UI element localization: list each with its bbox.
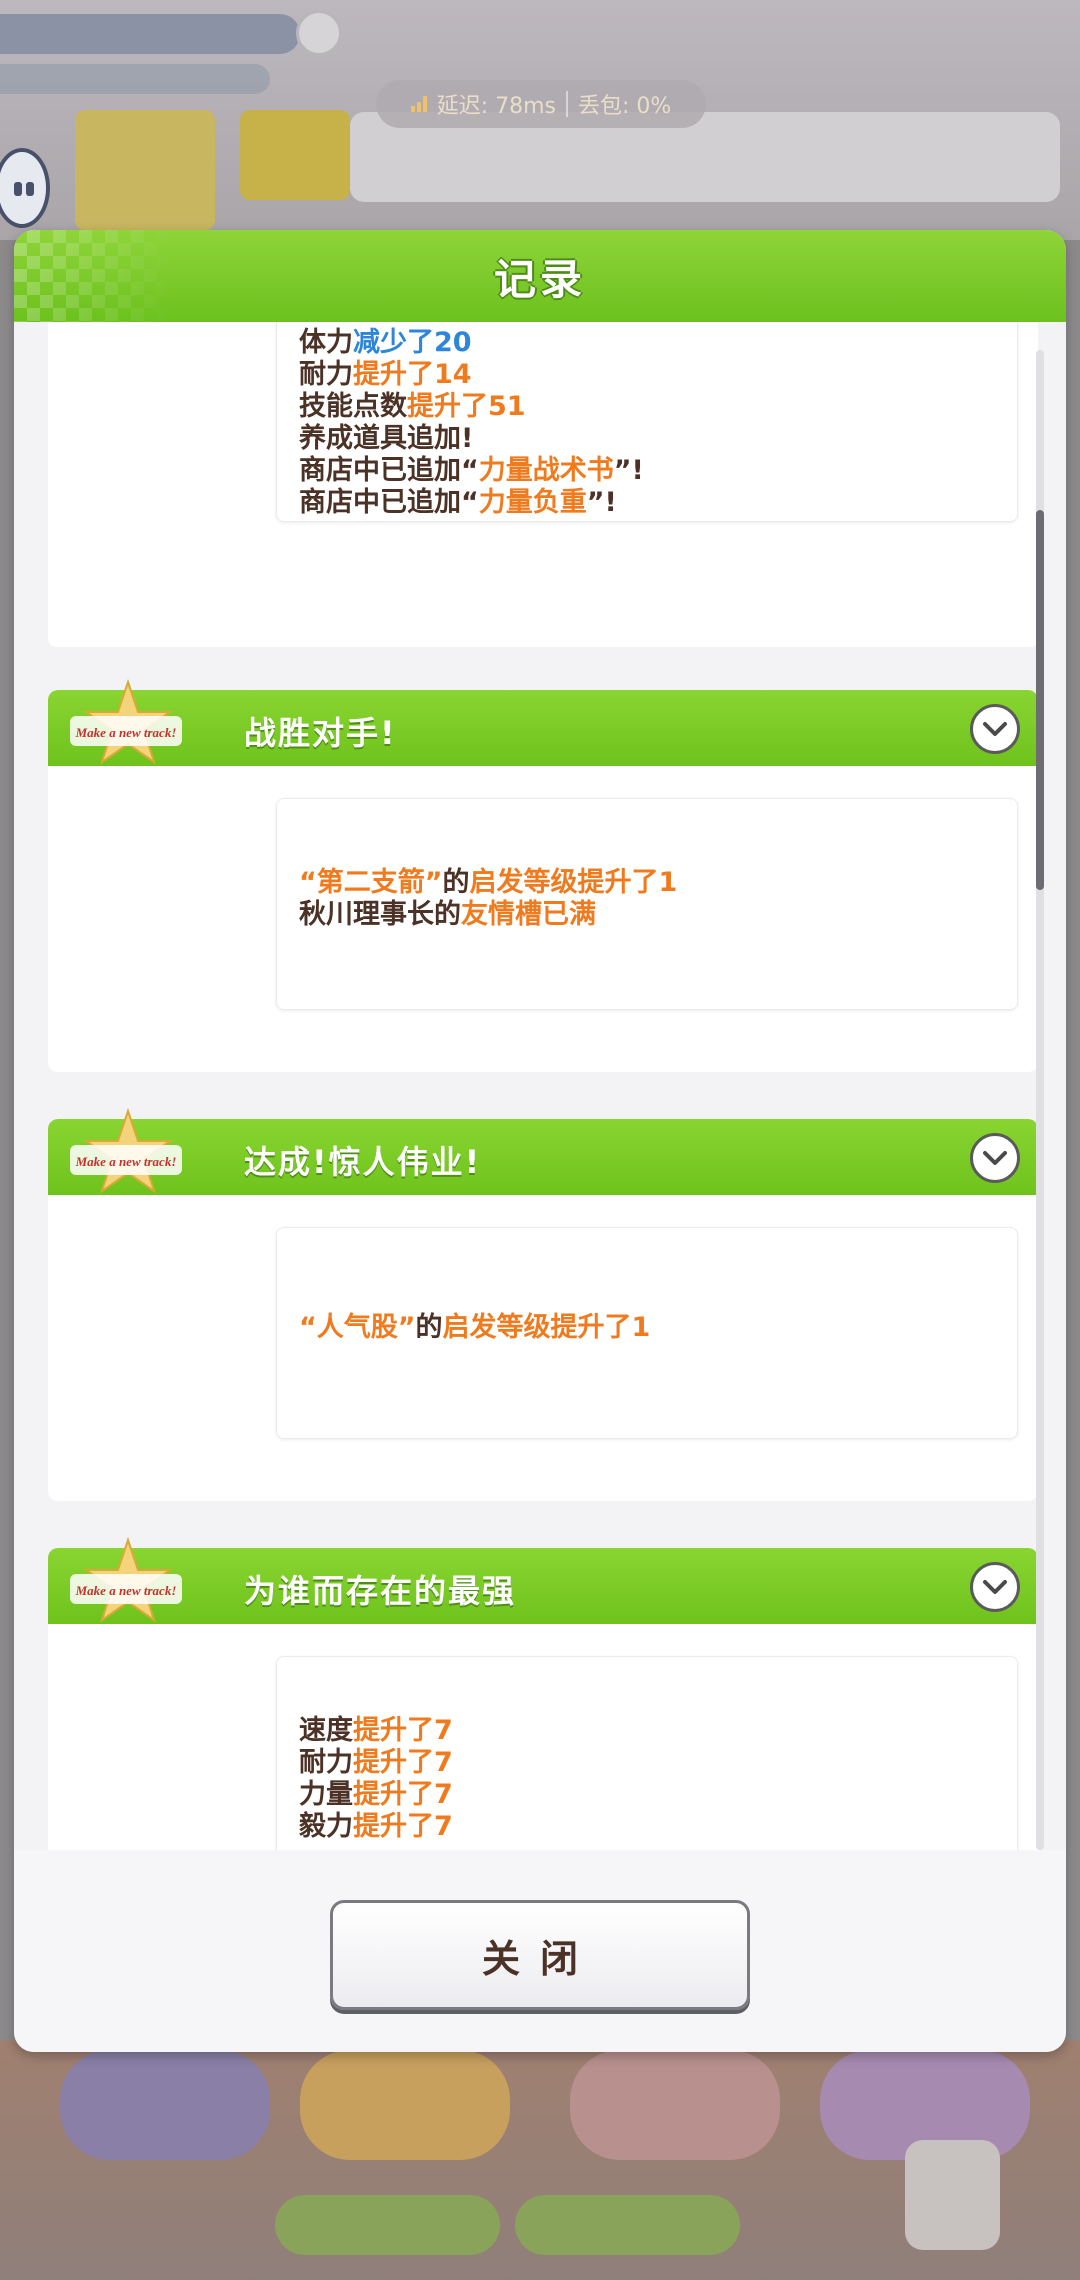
record-line: 耐力提升了7 xyxy=(299,1747,1017,1779)
entry-header: Make a new track! 为谁而存在的最强 xyxy=(48,1536,1038,1624)
background-banner-2 xyxy=(0,64,270,94)
record-card: “第二支箭”的启发等级提升了1 秋川理事长的友情槽已满 xyxy=(276,798,1018,1010)
record-text: 秋川理事长的 xyxy=(299,899,461,930)
record-text: 耐力 xyxy=(299,1747,353,1778)
badge-text: Make a new track! xyxy=(75,725,177,740)
background-panel xyxy=(75,110,215,230)
record-line: 商店中已追加“力量战术书”! xyxy=(299,455,1017,487)
record-text: 养成道具追加! xyxy=(299,423,474,454)
record-text: ”! xyxy=(586,487,617,518)
chevron-down-icon[interactable] xyxy=(970,1562,1020,1612)
record-lines: 速度提升了7 耐力提升了7 力量提升了7 毅力提升了7 xyxy=(299,1715,1017,1843)
record-card: “人气股”的启发等级提升了1 xyxy=(276,1227,1018,1439)
record-entry: Make a new track! 达成!惊人伟业! “人气股”的启发等级提升了… xyxy=(48,1107,1038,1501)
record-text: 启发等级提升了1 xyxy=(469,867,678,898)
record-text: 毅力 xyxy=(299,1811,353,1842)
record-text: “人气股” xyxy=(299,1312,416,1343)
record-text: “第二支箭” xyxy=(299,867,443,898)
record-text: 力量负重 xyxy=(478,487,587,518)
background-banner xyxy=(0,14,300,54)
background-button xyxy=(275,2195,500,2255)
dialog-footer: 关闭 xyxy=(14,1850,1066,2052)
record-text: 提升了51 xyxy=(407,391,526,422)
badge-text: Make a new track! xyxy=(75,1583,177,1598)
header-pattern xyxy=(14,230,174,322)
record-list[interactable]: 体力减少了20 耐力提升了14 技能点数提升了51 养成道具追加! 商店中已追加“力量战… xyxy=(14,322,1066,1850)
signal-icon xyxy=(410,96,427,112)
record-entry: Make a new track! 战胜对手! “第二支箭”的启发等级提升了1 秋… xyxy=(48,678,1038,1072)
entry-title: 为谁而存在的最强 xyxy=(244,1572,517,1610)
record-line: 技能点数提升了51 xyxy=(299,391,1017,423)
record-text: 力量战术书 xyxy=(478,455,614,486)
background-tab xyxy=(570,2050,780,2160)
record-line: 力量提升了7 xyxy=(299,1779,1017,1811)
record-entry: 体力减少了20 耐力提升了14 技能点数提升了51 养成道具追加! 商店中已追加“力量战… xyxy=(48,322,1038,647)
chevron-glyph xyxy=(983,1151,1007,1165)
record-lines: 体力减少了20 耐力提升了14 技能点数提升了51 养成道具追加! 商店中已追加“力量战… xyxy=(299,327,1017,519)
entry-header: Make a new track! 达成!惊人伟业! xyxy=(48,1107,1038,1195)
record-text: 的 xyxy=(442,867,470,898)
record-card: 体力减少了20 耐力提升了14 技能点数提升了51 养成道具追加! 商店中已追加“力量战… xyxy=(276,322,1018,522)
record-entry: Make a new track! 为谁而存在的最强 速度提升了7 耐力提升了7 力… xyxy=(48,1536,1038,1850)
record-text: 友情槽已满 xyxy=(461,899,596,930)
entry-title: 战胜对手! xyxy=(244,714,397,752)
record-line: “第二支箭”的启发等级提升了1 xyxy=(299,867,1017,899)
event-badge-icon: Make a new track! xyxy=(70,1536,182,1623)
record-lines: “第二支箭”的启发等级提升了1 秋川理事长的友情槽已满 xyxy=(299,867,1017,931)
chevron-down-icon[interactable] xyxy=(970,704,1020,754)
event-badge-icon: Make a new track! xyxy=(70,1107,182,1194)
divider xyxy=(565,91,568,117)
record-text: 启发等级提升了1 xyxy=(442,1312,651,1343)
record-lines: “人气股”的启发等级提升了1 xyxy=(299,1312,1017,1344)
event-badge-icon: Make a new track! xyxy=(70,678,182,765)
background-button xyxy=(515,2195,740,2255)
record-line: 体力减少了20 xyxy=(299,327,1017,359)
record-text: 商店中已追加“ xyxy=(299,487,479,518)
scrollbar-thumb[interactable] xyxy=(1036,510,1044,890)
record-text: 商店中已追加“ xyxy=(299,455,479,486)
record-line: 速度提升了7 xyxy=(299,1715,1017,1747)
packet-loss-text: 丢包: 0% xyxy=(577,94,672,119)
chevron-glyph xyxy=(983,722,1007,736)
record-line: 秋川理事长的友情槽已满 xyxy=(299,899,1017,931)
badge-text: Make a new track! xyxy=(75,1154,177,1169)
record-text: 提升了7 xyxy=(353,1715,453,1746)
record-text: 速度 xyxy=(299,1715,353,1746)
record-text: 提升了7 xyxy=(353,1779,453,1810)
record-card: 速度提升了7 耐力提升了7 力量提升了7 毅力提升了7 xyxy=(276,1656,1018,1850)
record-text: 力量 xyxy=(299,1779,353,1810)
chevron-down-icon[interactable] xyxy=(970,1133,1020,1183)
record-text: 提升了14 xyxy=(353,359,472,390)
record-line: 养成道具追加! xyxy=(299,423,1017,455)
record-text: 减少了20 xyxy=(353,327,472,358)
record-line: 耐力提升了14 xyxy=(299,359,1017,391)
background-tab xyxy=(300,2050,510,2160)
background-tab xyxy=(60,2050,270,2160)
chevron-glyph xyxy=(983,1580,1007,1594)
record-line: 毅力提升了7 xyxy=(299,1811,1017,1843)
record-text: 体力 xyxy=(299,327,353,358)
record-text: 耐力 xyxy=(299,359,353,390)
record-text: 技能点数 xyxy=(299,391,407,422)
menu-icon xyxy=(905,2140,1000,2250)
entry-title: 达成!惊人伟业! xyxy=(244,1143,482,1181)
record-line: 商店中已追加“力量负重”! xyxy=(299,487,1017,519)
record-text: 提升了7 xyxy=(353,1811,453,1842)
record-dialog: 记录 体力减少了20 耐力提升了14 技能点数提升了51 养成道具追加! 商店中已追加“… xyxy=(14,230,1066,2052)
info-icon xyxy=(296,10,342,56)
network-status: 延迟: 78ms 丢包: 0% xyxy=(376,80,706,128)
close-button[interactable]: 关闭 xyxy=(330,1900,750,2010)
record-line: “人气股”的启发等级提升了1 xyxy=(299,1312,1017,1344)
dialog-header: 记录 xyxy=(14,230,1066,322)
record-text: 提升了7 xyxy=(353,1747,453,1778)
latency-text: 延迟: 78ms xyxy=(436,94,556,119)
record-text: 的 xyxy=(415,1312,443,1343)
record-text: ”! xyxy=(613,455,644,486)
entry-header: Make a new track! 战胜对手! xyxy=(48,678,1038,766)
dialog-title: 记录 xyxy=(493,254,586,304)
background-panel-2 xyxy=(240,110,350,200)
